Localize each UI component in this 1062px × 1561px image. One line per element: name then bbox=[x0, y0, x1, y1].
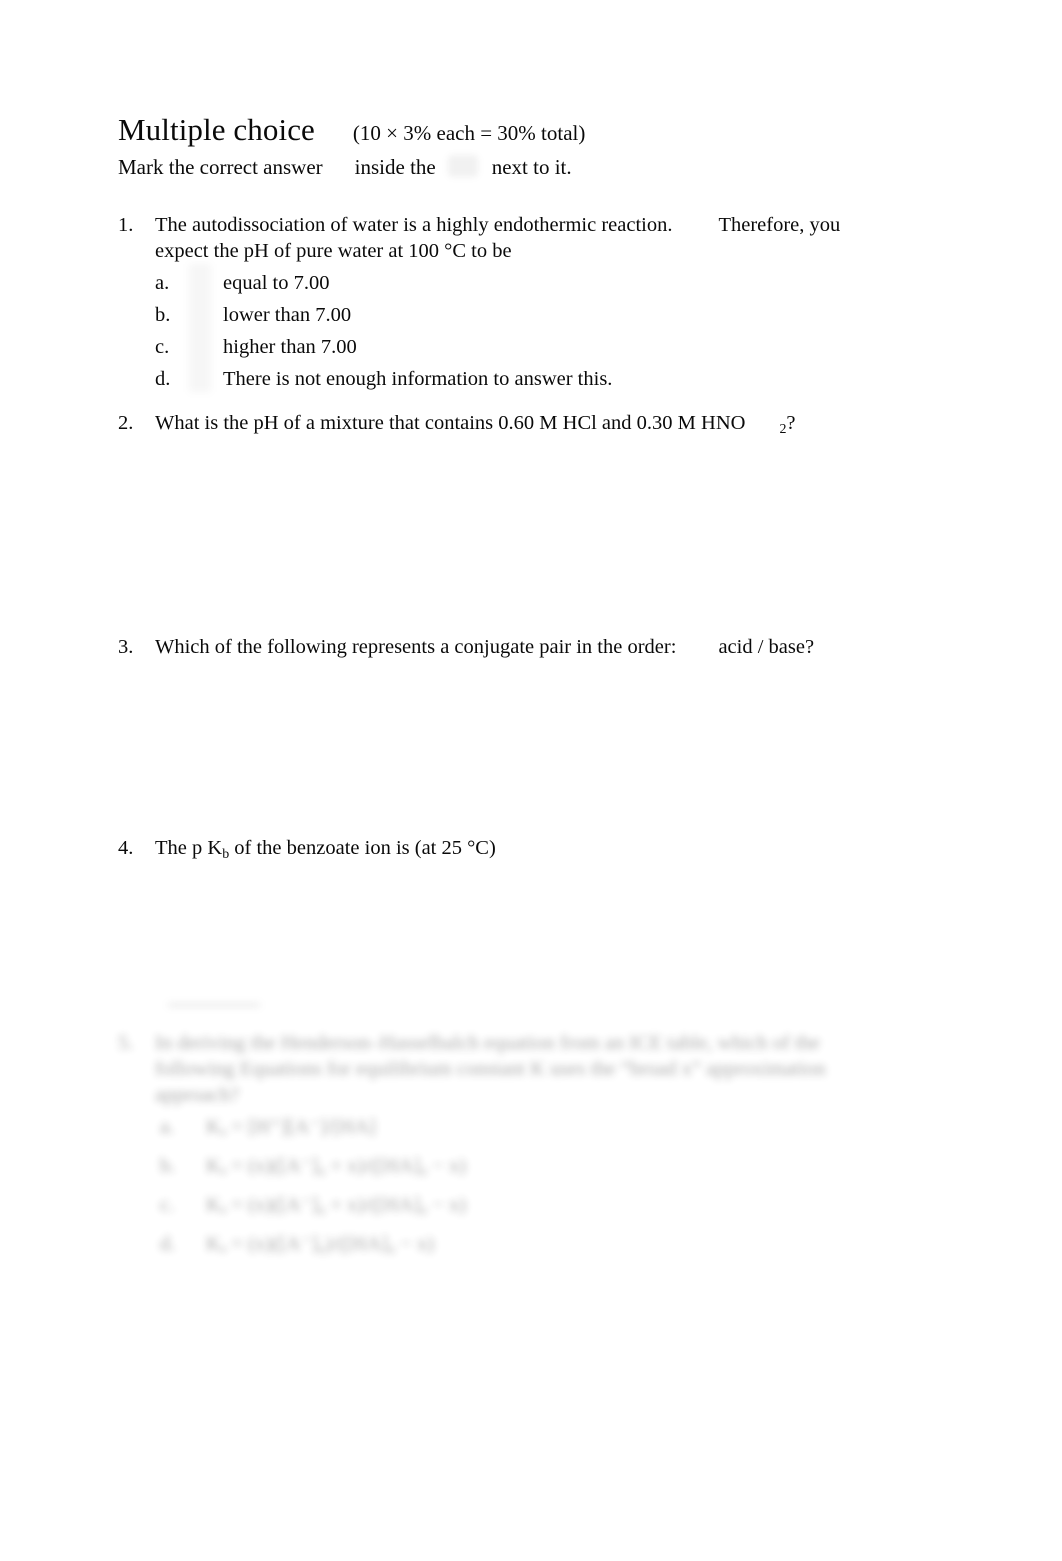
question-5-line-3: approach? bbox=[155, 1084, 240, 1106]
page-header: Multiple choice (10 × 3% each = 30% tota… bbox=[118, 112, 978, 182]
question-4-text-tail: of the benzoate ion is (at 25 °C) bbox=[229, 837, 496, 859]
question-3-line: Which of the following represents a conj… bbox=[155, 634, 998, 660]
question-1: 1. The autodissociation of water is a hi… bbox=[118, 212, 978, 392]
option-d-letter: d. bbox=[160, 1233, 176, 1255]
option-a-letter: a. bbox=[155, 272, 170, 294]
option-b-letter: b. bbox=[160, 1155, 176, 1177]
option-c-label: Kₐ = (x)([A⁻]₀ + x)/([HA]₀ − x) bbox=[206, 1194, 467, 1216]
option-c[interactable]: c. higher than 7.00 bbox=[155, 334, 978, 360]
instruction-line: Mark the correct answer inside the next … bbox=[118, 152, 978, 182]
question-1-text: The autodissociation of water is a highl… bbox=[155, 214, 673, 236]
option-c[interactable]: c. Kₐ = (x)([A⁻]₀ + x)/([HA]₀ − x) bbox=[160, 1192, 920, 1231]
question-1-line-2: expect the pH of pure water at 100 °C to… bbox=[155, 238, 978, 264]
question-2-line: What is the pH of a mixture that contain… bbox=[155, 410, 998, 443]
option-d[interactable]: d. Kₐ = (x)([A⁻]₀)/([HA]₀ − x) bbox=[160, 1231, 920, 1270]
option-d-label: There is not enough information to answe… bbox=[223, 368, 613, 390]
question-1-text-tail: Therefore, you bbox=[718, 214, 841, 236]
question-5-stem: 5. In deriving the Henderson–Hasselbalch… bbox=[118, 1030, 938, 1108]
question-5-blurred: 5. In deriving the Henderson–Hasselbalch… bbox=[0, 992, 1062, 1282]
option-b-label: Kₐ = (x)([A⁻]₀ + x)/([HA]₀ − x) bbox=[206, 1155, 467, 1177]
exam-page: Multiple choice (10 × 3% each = 30% tota… bbox=[0, 0, 1062, 1561]
option-d-label: Kₐ = (x)([A⁻]₀)/([HA]₀ − x) bbox=[206, 1233, 435, 1255]
option-b-label: lower than 7.00 bbox=[223, 304, 352, 326]
heading-row: Multiple choice (10 × 3% each = 30% tota… bbox=[118, 112, 978, 148]
instruction-prefix: Mark the correct answer bbox=[118, 155, 323, 179]
question-3-text: Which of the following represents a conj… bbox=[155, 636, 677, 658]
question-1-line-1: The autodissociation of water is a highl… bbox=[155, 212, 978, 238]
instruction-middle: inside the bbox=[354, 155, 436, 179]
question-4: 4. The p Kb of the benzoate ion is (at 2… bbox=[118, 835, 998, 868]
question-5-line-2: following Equations for equilibrium cons… bbox=[155, 1058, 826, 1080]
question-5-options: a. Kₐ = [H⁺][A⁻]/[HA] b. Kₐ = (x)([A⁻]₀ … bbox=[160, 1114, 920, 1270]
option-a-label: Kₐ = [H⁺][A⁻]/[HA] bbox=[206, 1116, 376, 1138]
question-1-text-2: expect the pH of pure water at 100 °C to… bbox=[155, 240, 512, 262]
option-b[interactable]: b. lower than 7.00 bbox=[155, 302, 978, 328]
option-b-letter: b. bbox=[155, 304, 171, 326]
question-2-number: 2. bbox=[118, 412, 134, 434]
option-d-letter: d. bbox=[155, 368, 171, 390]
question-2-text-tail: ? bbox=[786, 412, 796, 434]
question-3-text-tail: acid / base? bbox=[718, 636, 815, 658]
option-c-letter: c. bbox=[155, 336, 170, 358]
checkbox-icon[interactable] bbox=[447, 155, 478, 177]
question-4-line: The p Kb of the benzoate ion is (at 25 °… bbox=[155, 835, 998, 868]
option-b[interactable]: b. Kₐ = (x)([A⁻]₀ + x)/([HA]₀ − x) bbox=[160, 1153, 920, 1192]
option-a[interactable]: a. Kₐ = [H⁺][A⁻]/[HA] bbox=[160, 1114, 920, 1153]
horizontal-rule bbox=[168, 1004, 260, 1006]
question-4-number: 4. bbox=[118, 837, 134, 859]
option-a[interactable]: a. equal to 7.00 bbox=[155, 270, 978, 296]
option-c-label: higher than 7.00 bbox=[223, 336, 357, 358]
instruction-suffix: next to it. bbox=[491, 155, 572, 179]
question-1-number: 1. bbox=[118, 214, 134, 236]
option-c-letter: c. bbox=[160, 1194, 175, 1216]
question-5-line-1: In deriving the Henderson–Hasselbalch eq… bbox=[155, 1032, 820, 1054]
question-2-text: What is the pH of a mixture that contain… bbox=[155, 412, 746, 434]
option-a-label: equal to 7.00 bbox=[223, 272, 330, 294]
question-3: 3. Which of the following represents a c… bbox=[118, 634, 998, 660]
page-title: Multiple choice bbox=[118, 112, 315, 147]
question-5-number: 5. bbox=[118, 1032, 134, 1054]
points-note: (10 × 3% each = 30% total) bbox=[352, 121, 586, 145]
question-4-text: The p K bbox=[155, 837, 223, 859]
option-d[interactable]: d. There is not enough information to an… bbox=[155, 366, 978, 392]
question-3-number: 3. bbox=[118, 636, 134, 658]
question-2: 2. What is the pH of a mixture that cont… bbox=[118, 410, 998, 443]
option-a-letter: a. bbox=[160, 1116, 175, 1138]
question-1-options: a. equal to 7.00 b. lower than 7.00 c. h… bbox=[155, 270, 978, 392]
